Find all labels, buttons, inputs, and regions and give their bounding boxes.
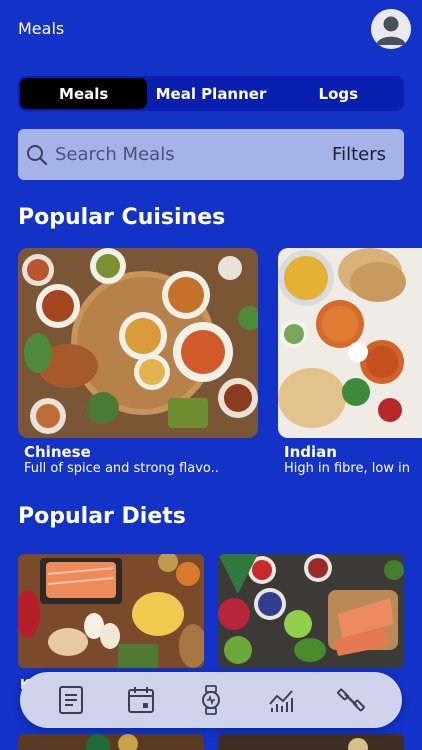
user-avatar-icon: [371, 9, 411, 49]
popular-cuisines-heading: Popular Cuisines: [18, 205, 226, 230]
diet-image-next: [18, 734, 204, 750]
search-bar: Filters: [18, 129, 404, 180]
cuisine-card-chinese[interactable]: Chinese Full of spice and strong flavo..: [18, 248, 258, 476]
bottom-nav: [20, 672, 402, 728]
diet-image-keto: [18, 554, 204, 668]
cuisine-name: Indian: [284, 443, 337, 461]
nav-item-chart[interactable]: [261, 680, 301, 720]
document-icon: [59, 686, 83, 714]
avatar[interactable]: [371, 9, 411, 49]
tab-meal-planner[interactable]: Meal Planner: [147, 78, 274, 109]
nav-item-watch[interactable]: [191, 680, 231, 720]
cuisines-carousel[interactable]: Chinese Full of spice and strong flavo..: [18, 248, 422, 488]
segmented-tabs: Meals Meal Planner Logs: [18, 76, 404, 111]
cuisine-card-indian[interactable]: Indian High in fibre, low in: [278, 248, 422, 476]
cuisine-description: Full of spice and strong flavo..: [24, 461, 219, 476]
diet-image-mediterranean: [218, 554, 404, 668]
cuisine-name: Chinese: [24, 443, 91, 461]
diet-image-next: [218, 734, 404, 750]
search-input[interactable]: [55, 144, 333, 165]
chart-icon: [269, 690, 293, 712]
tab-meals[interactable]: Meals: [20, 78, 148, 109]
watch-icon: [202, 685, 220, 715]
cuisine-image-indian: [278, 248, 422, 438]
tab-logs[interactable]: Logs: [275, 78, 402, 109]
search-icon: [27, 144, 48, 165]
calendar-icon: [128, 687, 154, 713]
cuisine-image-chinese: [18, 248, 258, 438]
nav-item-document[interactable]: [51, 680, 91, 720]
nav-item-calendar[interactable]: [121, 680, 161, 720]
nav-item-workout[interactable]: [331, 680, 371, 720]
dumbbell-icon: [337, 688, 365, 712]
top-bar: Meals: [0, 0, 422, 64]
filters-button[interactable]: Filters: [332, 144, 386, 165]
page-title: Meals: [18, 19, 65, 38]
cuisine-description: High in fibre, low in: [284, 461, 410, 476]
popular-diets-heading: Popular Diets: [18, 504, 186, 529]
